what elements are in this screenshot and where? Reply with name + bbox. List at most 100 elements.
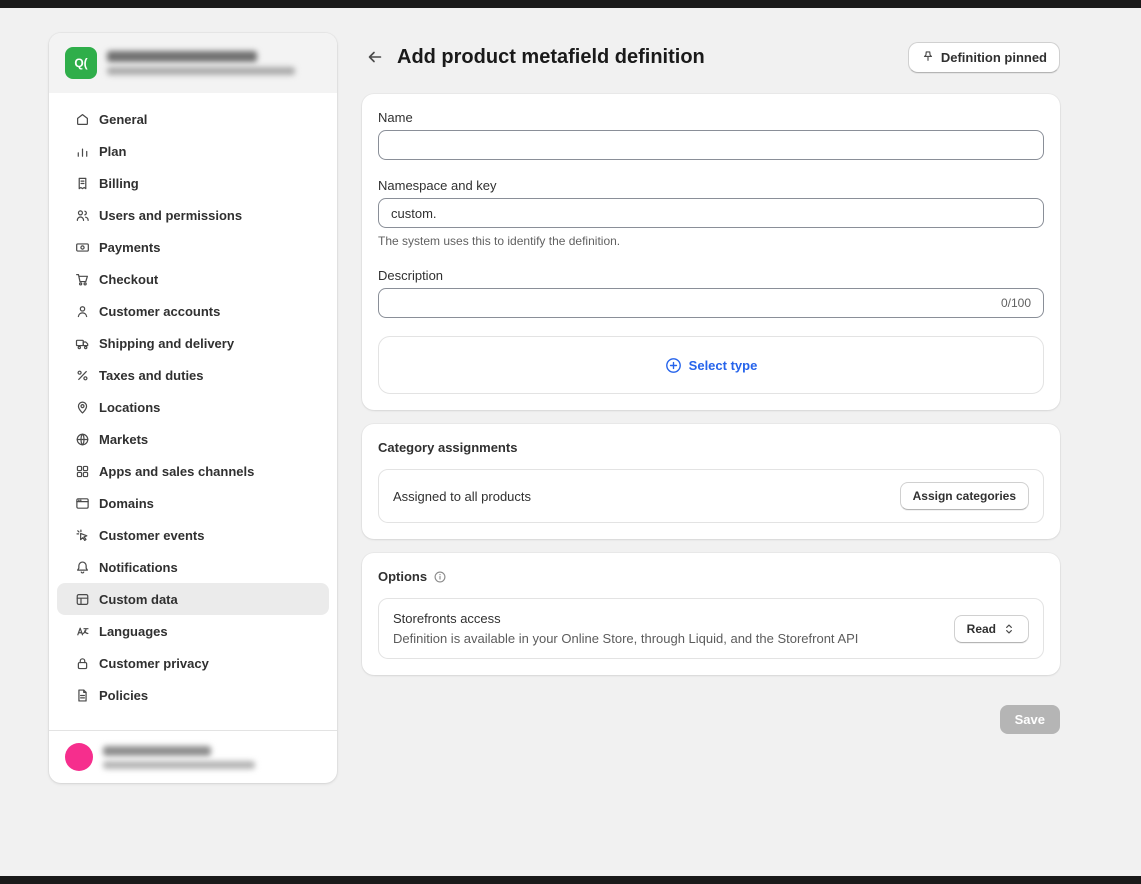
page-title: Add product metafield definition bbox=[397, 46, 908, 69]
sidebar-item-label: Markets bbox=[99, 432, 148, 447]
sidebar-item-general[interactable]: General bbox=[57, 103, 329, 135]
truck-icon bbox=[75, 336, 90, 351]
bell-icon bbox=[75, 560, 90, 575]
sidebar-item-users-and-permissions[interactable]: Users and permissions bbox=[57, 199, 329, 231]
main-content: Add product metafield definition Definit… bbox=[362, 42, 1060, 734]
lock-icon bbox=[75, 656, 90, 671]
category-assignments-title: Category assignments bbox=[378, 440, 1044, 455]
sidebar-item-label: Policies bbox=[99, 688, 148, 703]
sidebar-item-label: Notifications bbox=[99, 560, 178, 575]
definition-form-card: Name Namespace and key The system uses t… bbox=[362, 94, 1060, 410]
globe-icon bbox=[75, 432, 90, 447]
namespace-label: Namespace and key bbox=[378, 178, 1044, 193]
assigned-to-text: Assigned to all products bbox=[393, 489, 531, 504]
redacted-store-url bbox=[107, 67, 295, 75]
sidebar-item-shipping-and-delivery[interactable]: Shipping and delivery bbox=[57, 327, 329, 359]
description-input[interactable] bbox=[379, 289, 1001, 317]
select-type-label: Select type bbox=[689, 358, 758, 373]
top-chrome-bar bbox=[0, 0, 1141, 8]
sidebar-item-apps-and-sales-channels[interactable]: Apps and sales channels bbox=[57, 455, 329, 487]
definition-pinned-button[interactable]: Definition pinned bbox=[908, 42, 1060, 73]
name-input[interactable] bbox=[378, 130, 1044, 160]
page-header: Add product metafield definition Definit… bbox=[362, 42, 1060, 72]
sidebar-item-domains[interactable]: Domains bbox=[57, 487, 329, 519]
sidebar-item-label: Languages bbox=[99, 624, 168, 639]
name-label: Name bbox=[378, 110, 1044, 125]
sidebar-item-payments[interactable]: Payments bbox=[57, 231, 329, 263]
sidebar-item-label: General bbox=[99, 112, 147, 127]
settings-nav-list: General Plan Billing Users and permissio… bbox=[49, 93, 337, 730]
sidebar-item-label: Domains bbox=[99, 496, 154, 511]
sidebar-item-label: Custom data bbox=[99, 592, 178, 607]
map-pin-icon bbox=[75, 400, 90, 415]
sidebar-item-label: Customer events bbox=[99, 528, 204, 543]
payments-icon bbox=[75, 240, 90, 255]
user-footer[interactable] bbox=[49, 730, 337, 783]
description-field: 0/100 bbox=[378, 288, 1044, 318]
plan-icon bbox=[75, 144, 90, 159]
options-card: Options Storefronts access Definition is… bbox=[362, 553, 1060, 675]
sidebar-item-markets[interactable]: Markets bbox=[57, 423, 329, 455]
sidebar-item-label: Customer accounts bbox=[99, 304, 220, 319]
sidebar-item-policies[interactable]: Policies bbox=[57, 679, 329, 711]
redacted-user-name bbox=[103, 746, 211, 756]
person-icon bbox=[75, 304, 90, 319]
store-avatar: Q( bbox=[65, 47, 97, 79]
redacted-user-email bbox=[103, 761, 255, 769]
sidebar-item-checkout[interactable]: Checkout bbox=[57, 263, 329, 295]
settings-sidebar: Q( General Plan Billing Users and permis… bbox=[49, 33, 337, 783]
grid-icon bbox=[75, 464, 90, 479]
sidebar-item-customer-events[interactable]: Customer events bbox=[57, 519, 329, 551]
options-title: Options bbox=[378, 569, 427, 584]
namespace-and-key-input[interactable] bbox=[378, 198, 1044, 228]
receipt-icon bbox=[75, 176, 90, 191]
store-header[interactable]: Q( bbox=[49, 33, 337, 93]
description-label: Description bbox=[378, 268, 1044, 283]
sidebar-item-billing[interactable]: Billing bbox=[57, 167, 329, 199]
sidebar-item-label: Billing bbox=[99, 176, 139, 191]
save-row: Save bbox=[362, 705, 1060, 734]
up-down-chevrons-icon bbox=[1002, 622, 1016, 636]
info-circle-icon[interactable] bbox=[433, 570, 447, 584]
document-icon bbox=[75, 688, 90, 703]
cursor-click-icon bbox=[75, 528, 90, 543]
storefronts-access-title: Storefronts access bbox=[393, 611, 942, 626]
select-type-button[interactable]: Select type bbox=[378, 336, 1044, 394]
sidebar-item-label: Checkout bbox=[99, 272, 158, 287]
sidebar-item-custom-data[interactable]: Custom data bbox=[57, 583, 329, 615]
user-avatar bbox=[65, 743, 93, 771]
redacted-store-name bbox=[107, 51, 257, 62]
category-assignment-row: Assigned to all products Assign categori… bbox=[378, 469, 1044, 523]
sidebar-item-label: Apps and sales channels bbox=[99, 464, 254, 479]
sidebar-item-label: Locations bbox=[99, 400, 160, 415]
sidebar-item-label: Shipping and delivery bbox=[99, 336, 234, 351]
sidebar-item-taxes-and-duties[interactable]: Taxes and duties bbox=[57, 359, 329, 391]
sidebar-item-plan[interactable]: Plan bbox=[57, 135, 329, 167]
bottom-chrome-bar bbox=[0, 876, 1141, 884]
storefronts-access-description: Definition is available in your Online S… bbox=[393, 631, 942, 646]
sidebar-item-label: Customer privacy bbox=[99, 656, 209, 671]
storefronts-access-row: Storefronts access Definition is availab… bbox=[378, 598, 1044, 659]
sidebar-item-notifications[interactable]: Notifications bbox=[57, 551, 329, 583]
arrow-left-icon bbox=[366, 48, 384, 66]
category-assignments-card: Category assignments Assigned to all pro… bbox=[362, 424, 1060, 539]
sidebar-item-customer-accounts[interactable]: Customer accounts bbox=[57, 295, 329, 327]
pushpin-icon bbox=[921, 50, 935, 64]
back-button[interactable] bbox=[362, 44, 388, 70]
assign-categories-button[interactable]: Assign categories bbox=[900, 482, 1029, 510]
translate-icon bbox=[75, 624, 90, 639]
definition-pinned-label: Definition pinned bbox=[941, 50, 1047, 65]
description-char-counter: 0/100 bbox=[1001, 296, 1031, 310]
sidebar-item-locations[interactable]: Locations bbox=[57, 391, 329, 423]
storefronts-access-select[interactable]: Read bbox=[954, 615, 1029, 643]
namespace-help-text: The system uses this to identify the def… bbox=[378, 234, 1044, 248]
sidebar-item-languages[interactable]: Languages bbox=[57, 615, 329, 647]
sidebar-item-label: Plan bbox=[99, 144, 126, 159]
users-icon bbox=[75, 208, 90, 223]
browser-window-icon bbox=[75, 496, 90, 511]
sidebar-item-customer-privacy[interactable]: Customer privacy bbox=[57, 647, 329, 679]
sidebar-item-label: Payments bbox=[99, 240, 160, 255]
save-button[interactable]: Save bbox=[1000, 705, 1060, 734]
custom-data-icon bbox=[75, 592, 90, 607]
sidebar-item-label: Users and permissions bbox=[99, 208, 242, 223]
